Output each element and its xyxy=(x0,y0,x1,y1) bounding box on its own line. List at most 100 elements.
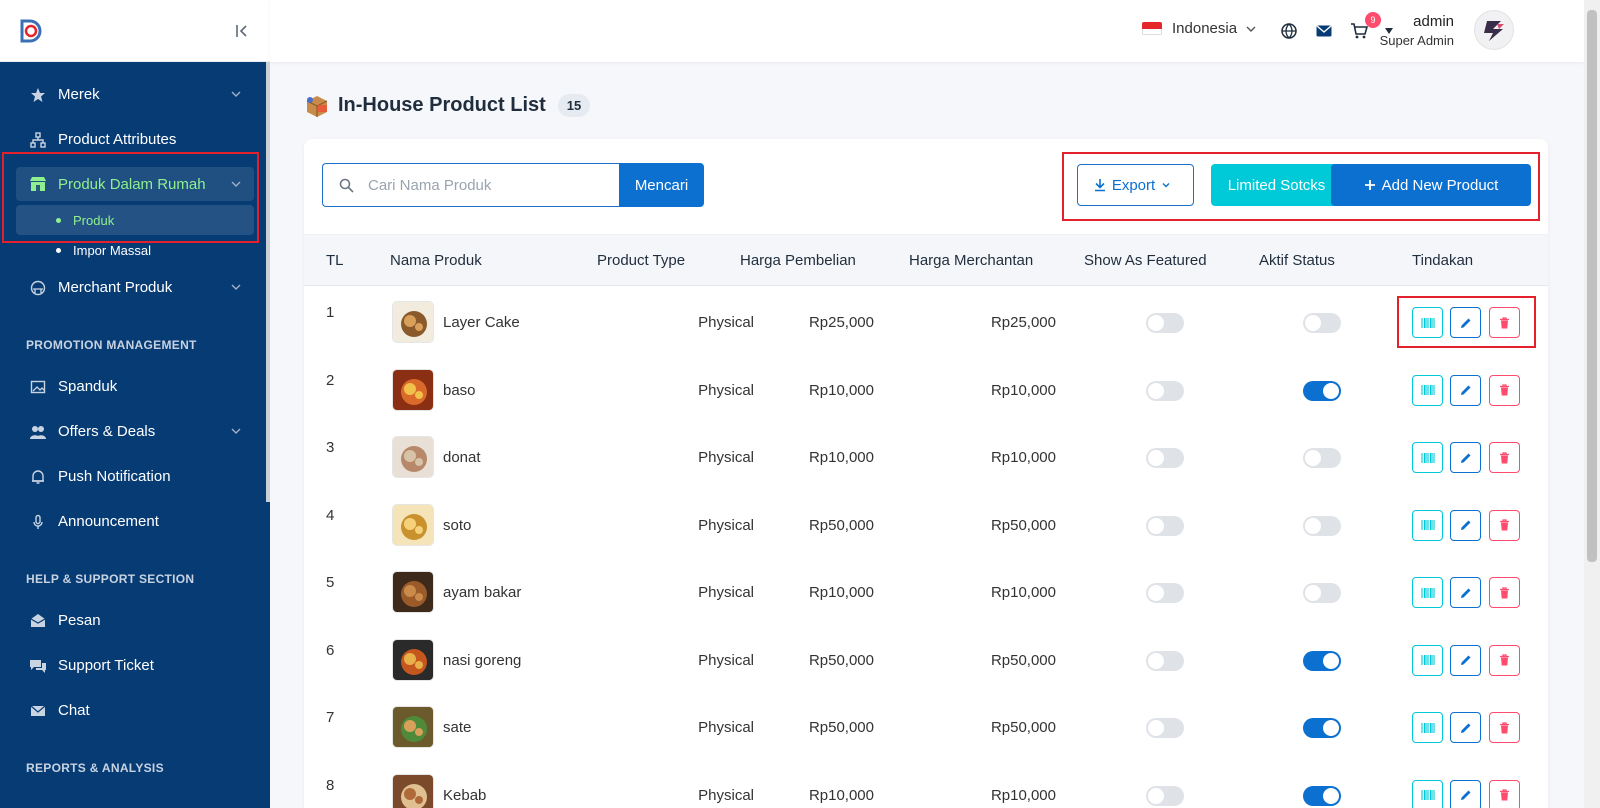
barcode-button[interactable] xyxy=(1412,644,1443,676)
logo-icon[interactable] xyxy=(20,19,42,43)
edit-button[interactable] xyxy=(1450,712,1481,743)
featured-toggle[interactable] xyxy=(1146,583,1184,603)
active-status-toggle[interactable] xyxy=(1303,313,1341,333)
featured-toggle[interactable] xyxy=(1146,785,1184,806)
purchase-price: Rp10,000 xyxy=(808,584,874,601)
product-name[interactable]: donat xyxy=(443,449,481,466)
globe-icon[interactable] xyxy=(1280,22,1298,40)
language-selector[interactable]: Indonesia xyxy=(1142,20,1257,37)
table-row: 3 donat Physical Rp10,000 Rp10,000 xyxy=(304,421,1548,489)
avatar[interactable] xyxy=(1474,10,1514,50)
featured-toggle[interactable] xyxy=(1146,650,1184,671)
active-status-toggle[interactable] xyxy=(1303,650,1341,671)
sidebar-item-push-notification[interactable]: Push Notification xyxy=(0,454,270,499)
delete-button[interactable] xyxy=(1489,644,1520,676)
product-name[interactable]: Kebab xyxy=(443,787,486,804)
barcode-button[interactable] xyxy=(1412,307,1443,338)
featured-toggle[interactable] xyxy=(1146,718,1184,738)
column-header: Product Type xyxy=(597,252,686,269)
active-status-toggle[interactable] xyxy=(1303,380,1341,401)
sidebar-item-announcement[interactable]: Announcement xyxy=(0,499,270,544)
delete-button[interactable] xyxy=(1489,779,1520,808)
barcode-button[interactable] xyxy=(1412,779,1443,808)
active-status-toggle[interactable] xyxy=(1303,718,1341,738)
active-status-toggle[interactable] xyxy=(1303,515,1341,536)
product-thumbnail[interactable] xyxy=(392,301,434,343)
user-name[interactable]: admin xyxy=(1413,13,1454,30)
selling-price: Rp25,000 xyxy=(990,314,1056,331)
barcode-button[interactable] xyxy=(1412,577,1443,608)
sidebar-item-support-ticket[interactable]: Support Ticket xyxy=(0,643,270,688)
sidebar-item-merek[interactable]: Merek xyxy=(0,72,270,117)
table-row: 6 nasi goreng Physical Rp50,000 Rp50,000 xyxy=(304,624,1548,692)
chevron-down-icon xyxy=(231,284,241,290)
sidebar-scrollbar[interactable] xyxy=(266,62,270,502)
featured-toggle[interactable] xyxy=(1146,380,1184,401)
product-thumbnail[interactable] xyxy=(392,436,434,478)
active-status-toggle[interactable] xyxy=(1303,583,1341,603)
edit-button[interactable] xyxy=(1450,577,1481,608)
sidebar-subitem-label: Produk xyxy=(73,212,115,228)
mail-icon[interactable] xyxy=(1315,22,1333,40)
edit-button[interactable] xyxy=(1450,307,1481,338)
product-thumbnail[interactable] xyxy=(392,368,434,411)
sidebar-item-chat[interactable]: Chat xyxy=(0,688,270,733)
sidebar-item-pesan[interactable]: Pesan xyxy=(0,598,270,643)
delete-button[interactable] xyxy=(1489,712,1520,743)
edit-button[interactable] xyxy=(1450,442,1481,473)
delete-button[interactable] xyxy=(1489,307,1520,338)
product-thumbnail[interactable] xyxy=(392,706,434,748)
sidebar-item-merchant-produk[interactable]: Merchant Produk xyxy=(0,265,270,310)
product-name[interactable]: ayam bakar xyxy=(443,584,521,601)
product-image-icon xyxy=(393,437,433,477)
sidebar-item-produk-dalam-rumah[interactable]: Produk Dalam Rumah xyxy=(16,167,254,201)
add-new-product-button[interactable]: Add New Product xyxy=(1331,164,1531,206)
product-name[interactable]: soto xyxy=(443,517,471,534)
featured-toggle[interactable] xyxy=(1146,313,1184,333)
edit-button[interactable] xyxy=(1450,644,1481,676)
product-thumbnail[interactable] xyxy=(392,571,434,613)
product-name[interactable]: sate xyxy=(443,719,471,736)
product-name[interactable]: Layer Cake xyxy=(443,314,520,331)
edit-button[interactable] xyxy=(1450,374,1481,406)
collapse-sidebar-icon[interactable] xyxy=(234,23,250,39)
barcode-button[interactable] xyxy=(1412,509,1443,541)
table-row: 1 Layer Cake Physical Rp25,000 Rp25,000 xyxy=(304,286,1548,354)
active-status-toggle[interactable] xyxy=(1303,785,1341,806)
sidebar-subitem-produk[interactable]: Produk xyxy=(16,205,254,235)
barcode-button[interactable] xyxy=(1412,374,1443,406)
sidebar-item-spanduk[interactable]: Spanduk xyxy=(0,364,270,409)
cart-icon[interactable] xyxy=(1350,22,1368,40)
edit-button[interactable] xyxy=(1450,509,1481,541)
search-form: Mencari xyxy=(322,163,704,207)
scrollbar-thumb[interactable] xyxy=(1587,10,1597,562)
page-scrollbar[interactable] xyxy=(1584,0,1600,808)
search-field[interactable] xyxy=(322,163,619,207)
product-name[interactable]: nasi goreng xyxy=(443,652,521,669)
product-thumbnail[interactable] xyxy=(392,503,434,546)
row-number: 5 xyxy=(326,574,335,591)
featured-toggle[interactable] xyxy=(1146,448,1184,468)
edit-button[interactable] xyxy=(1450,779,1481,808)
sidebar-item-offers-deals[interactable]: Offers & Deals xyxy=(0,409,270,454)
search-button[interactable]: Mencari xyxy=(619,163,704,207)
limited-stocks-button[interactable]: Limited Sotcks xyxy=(1211,164,1342,206)
delete-button[interactable] xyxy=(1489,442,1520,473)
barcode-button[interactable] xyxy=(1412,442,1443,473)
delete-button[interactable] xyxy=(1489,374,1520,406)
sidebar-item-product-attributes[interactable]: Product Attributes xyxy=(0,117,270,162)
export-button[interactable]: Export xyxy=(1077,164,1194,206)
search-input[interactable] xyxy=(368,176,608,194)
product-name[interactable]: baso xyxy=(443,382,476,399)
product-thumbnail[interactable] xyxy=(392,773,434,808)
sidebar-subitem-impor-massal[interactable]: Impor Massal xyxy=(0,235,270,265)
featured-toggle[interactable] xyxy=(1146,515,1184,536)
delete-button[interactable] xyxy=(1489,577,1520,608)
active-status-toggle[interactable] xyxy=(1303,448,1341,468)
product-thumbnail[interactable] xyxy=(392,638,434,681)
indonesia-flag-icon xyxy=(1142,22,1162,35)
column-header: Aktif Status xyxy=(1259,252,1335,269)
sidebar-item-label: Merchant Produk xyxy=(58,279,173,296)
delete-button[interactable] xyxy=(1489,509,1520,541)
barcode-button[interactable] xyxy=(1412,712,1443,743)
